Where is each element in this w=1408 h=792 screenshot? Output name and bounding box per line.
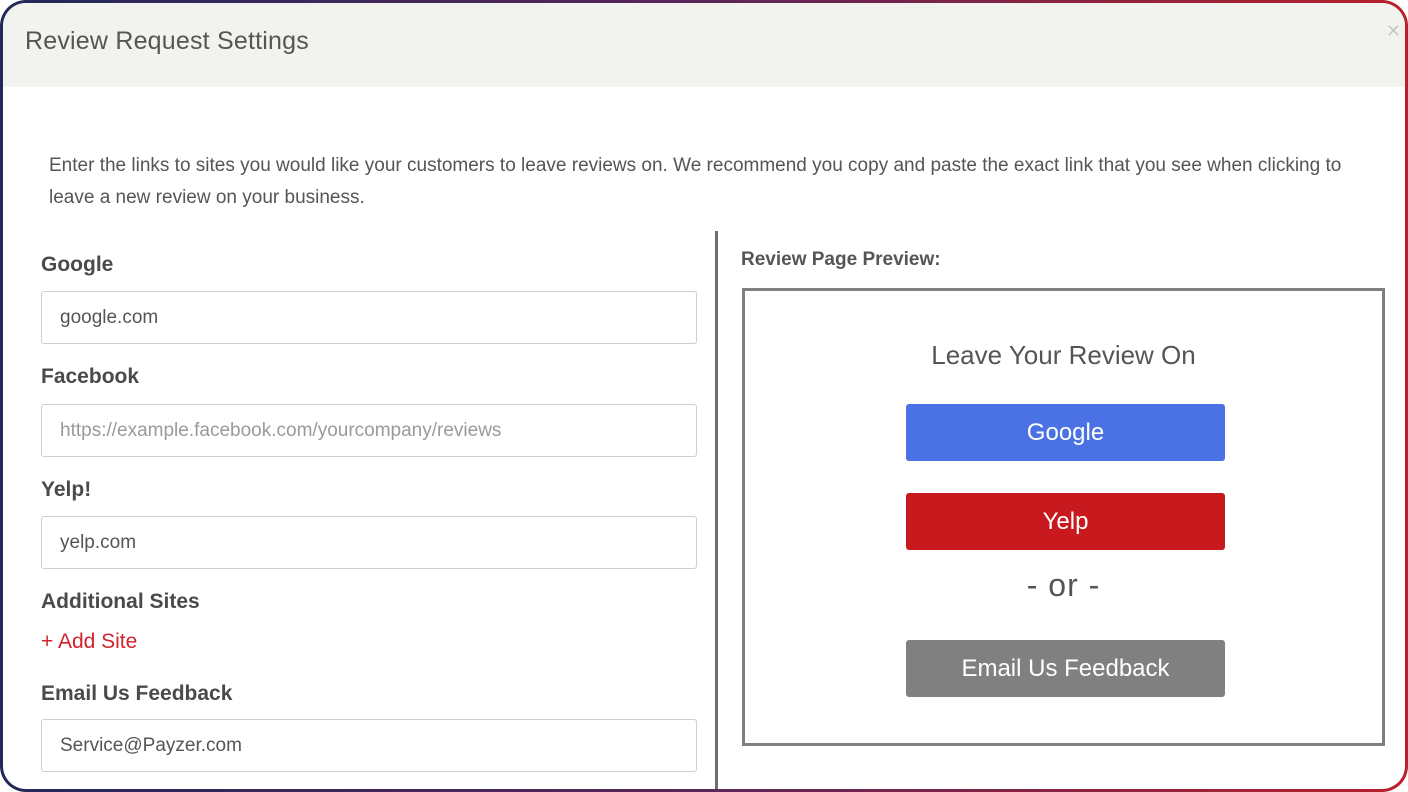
review-page-preview: Leave Your Review On Google Yelp - or - …: [742, 288, 1385, 746]
google-input[interactable]: [41, 291, 697, 344]
add-site-link[interactable]: + Add Site: [41, 630, 137, 654]
column-divider: [715, 231, 718, 789]
or-separator: - or -: [1026, 567, 1101, 603]
facebook-label: Facebook: [41, 365, 140, 388]
window-frame: Review Request Settings ✕ Enter the link…: [0, 0, 1408, 792]
preview-label: Review Page Preview:: [741, 249, 941, 270]
review-settings-modal: Review Request Settings ✕ Enter the link…: [3, 3, 1405, 789]
email-feedback-input[interactable]: [41, 719, 697, 772]
preview-yelp-button[interactable]: Yelp: [906, 493, 1225, 550]
yelp-input[interactable]: [41, 516, 697, 569]
preview-email-feedback-button[interactable]: Email Us Feedback: [906, 640, 1225, 697]
modal-header: Review Request Settings ✕: [3, 3, 1405, 87]
facebook-input[interactable]: [41, 404, 697, 457]
additional-sites-label: Additional Sites: [41, 590, 200, 613]
email-feedback-label: Email Us Feedback: [41, 682, 233, 705]
modal-title: Review Request Settings: [25, 27, 309, 55]
google-label: Google: [41, 253, 114, 276]
close-icon[interactable]: ✕: [1386, 21, 1401, 42]
preview-google-button[interactable]: Google: [906, 404, 1225, 461]
intro-text: Enter the links to sites you would like …: [49, 155, 1342, 208]
preview-heading: Leave Your Review On: [931, 340, 1196, 370]
yelp-label: Yelp!: [41, 478, 92, 501]
